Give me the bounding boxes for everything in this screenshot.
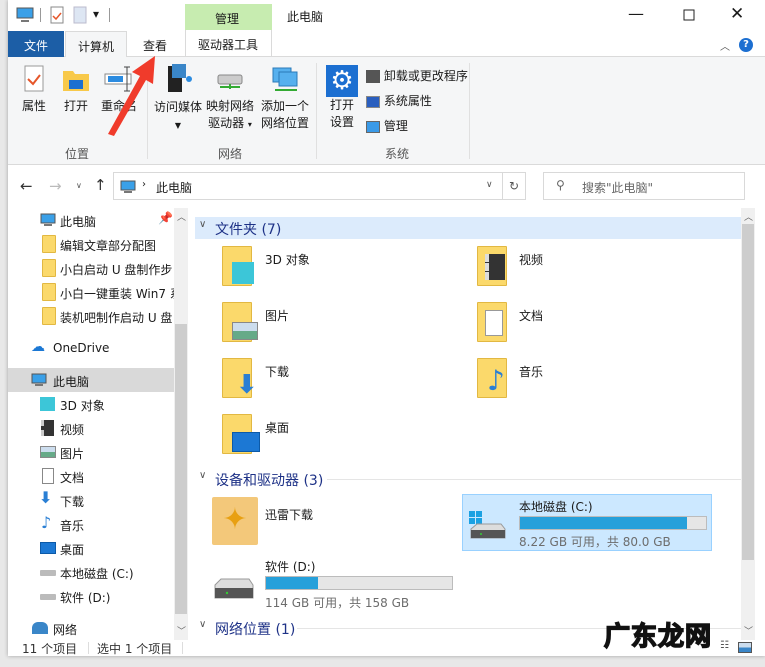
group-label-system: 系统 [385,147,410,161]
folder-item-videos[interactable]: 视频 [473,244,673,294]
pictures-icon [232,322,258,340]
system-properties-button[interactable]: 系统属性 [366,92,432,109]
add-network-location-button[interactable]: 添加一个 网络位置 [258,65,312,132]
up-button[interactable]: ↑ [94,176,107,194]
computer-icon [120,180,136,193]
folder-item-3d-objects[interactable]: 3D 对象 [218,244,418,294]
refresh-button[interactable]: ↻ [502,172,526,200]
section-header-devices[interactable]: ∨ 设备和驱动器 (3) [195,468,749,490]
red-annotation-arrow-icon [108,56,155,136]
device-item-drive-c[interactable]: 本地磁盘 (C:) 8.22 GB 可用，共 80.0 GB [462,494,712,551]
help-icon[interactable]: ? [739,38,753,52]
program-icon [366,70,380,83]
folder-item-documents[interactable]: 文档 [473,300,673,350]
collapse-ribbon-icon[interactable]: ︿ [720,38,730,53]
map-network-drive-button[interactable]: 映射网络 驱动器 ▾ [204,65,256,133]
folder-item-downloads[interactable]: ⬇ 下载 [218,356,418,406]
address-dropdown[interactable]: ∨ [486,180,493,190]
maximize-button[interactable] [683,9,695,21]
folder-item-desktop[interactable]: 桌面 [218,412,418,462]
address-bar[interactable]: › 此电脑 ∨ ↻ [113,172,526,200]
section-header-folders[interactable]: ∨ 文件夹 (7) [195,217,748,239]
documents-icon [485,310,503,336]
minimize-button[interactable]: — [628,4,644,23]
breadcrumb-separator: › [142,179,146,190]
content-pane: ∨ 文件夹 (7) 3D 对象 视频 图片 文档 ⬇ 下载 ♪ 音乐 桌面 ∨ 设备和驱… [8,208,765,640]
content-scrollbar[interactable]: ︿ ﹀ [741,208,755,640]
watermark: 广东龙网 [603,621,713,653]
drive-icon [214,578,254,599]
xunlei-bird-icon: ✦ [212,497,258,545]
large-icons-view-button[interactable] [738,642,752,653]
forward-button[interactable]: → [49,177,62,195]
manage-icon [366,120,380,133]
system-drive-icon [469,511,506,539]
desktop-icon [232,432,260,452]
window-title: 此电脑 [287,10,324,24]
device-item-xunlei[interactable]: ✦ 迅雷下载 [211,496,421,548]
gear-icon: ⚙ [326,65,358,97]
recent-locations-dropdown[interactable]: ∨ [76,181,82,190]
manage-button[interactable]: 管理 [366,117,408,134]
system-properties-icon [366,95,380,108]
item-count: 11 个项目 [22,642,78,656]
back-button[interactable]: ← [20,177,33,195]
folder-item-music[interactable]: ♪ 音乐 [473,356,673,406]
content-scrollbar-thumb[interactable] [742,224,754,560]
search-box[interactable]: ⚲ 搜索"此电脑" [543,172,745,200]
download-arrow-icon: ⬇ [236,370,258,400]
search-icon: ⚲ [556,178,565,192]
open-settings-button[interactable]: ⚙ 打开 设置 [326,65,358,131]
drive-c-usage-bar [519,516,707,530]
search-input[interactable]: 搜索"此电脑" [582,179,653,196]
group-label-network: 网络 [218,147,243,161]
video-icon [485,254,505,280]
folder-item-pictures[interactable]: 图片 [218,300,418,350]
details-view-button[interactable]: ☷ [720,640,729,651]
selected-count: 选中 1 个项目 [97,642,173,656]
close-button[interactable]: ✕ [730,4,744,24]
drive-d-usage-bar [265,576,453,590]
uninstall-program-button[interactable]: 卸载或更改程序 [366,67,468,84]
breadcrumb-this-pc[interactable]: 此电脑 [156,179,192,196]
music-note-icon: ♪ [487,364,505,397]
3d-objects-icon [232,262,254,284]
address-row: ← → ∨ ↑ › 此电脑 ∨ ↻ ⚲ 搜索"此电脑" [8,166,765,208]
device-item-drive-d[interactable]: 软件 (D:) 114 GB 可用，共 158 GB [211,554,471,612]
